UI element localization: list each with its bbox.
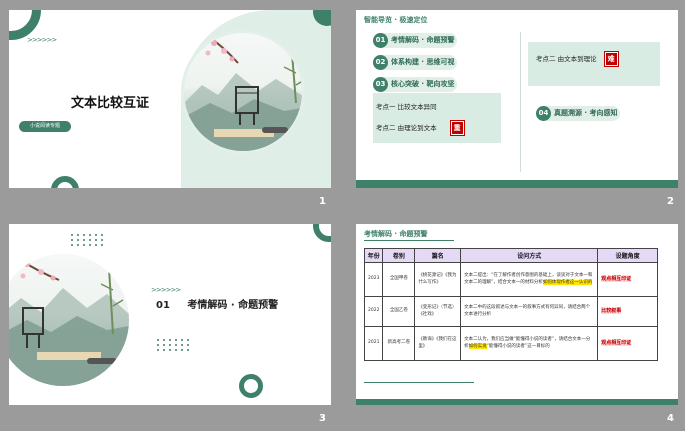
bottom-ring — [51, 176, 79, 188]
item-number: 04 — [536, 106, 551, 121]
agenda-item-01[interactable]: 01 考情解码 · 命题预警 — [373, 33, 457, 48]
teal-corner-ring — [313, 224, 331, 242]
ink-landscape-illustration — [9, 254, 129, 386]
item-number: 03 — [373, 77, 388, 92]
topic-badge: 小说阅读专题 — [19, 121, 71, 132]
heading-underline — [364, 240, 454, 241]
slide-2-thumbnail[interactable]: 智能导览 · 极速定位 01 考情解码 · 命题预警 02 体系构建 · 思维可… — [356, 10, 678, 188]
footer-line — [364, 382, 474, 383]
slide-title: 文本比较互证 — [71, 96, 150, 111]
column-header: 设题角度 — [597, 248, 658, 263]
item-label: 核心突破 · 靶向攻坚 — [391, 80, 455, 88]
agenda-item-03[interactable]: 03 核心突破 · 靶向攻坚 — [373, 77, 457, 92]
agenda-item-02[interactable]: 02 体系构建 · 思维可视 — [373, 55, 457, 70]
dot-grid-decoration — [71, 234, 104, 246]
ink-landscape-illustration — [181, 30, 305, 154]
point-row: 考点二 由理论到文本 重 — [376, 121, 464, 135]
slide-3-thumbnail[interactable]: >>>>>> 01 考情解码 · 命题预警 — [9, 224, 331, 405]
section-heading: 01 考情解码 · 命题预警 — [156, 296, 278, 311]
column-header: 设问方式 — [460, 248, 599, 263]
chevron-decoration: >>>>>> — [151, 286, 181, 294]
point-row: 考点二 由文本到理论 难 — [536, 52, 618, 66]
column-header: 卷别 — [382, 248, 416, 263]
table-row: 2022 全国乙卷 《变形记》（节选）《社戏》 文本二中的这段叙述与文本一的叙事… — [363, 296, 658, 327]
section-title: 考情解码 · 命题预警 — [187, 300, 279, 311]
slide-number-2: 2 — [667, 196, 674, 207]
points-panel-right: 考点二 由文本到理论 难 — [528, 42, 660, 86]
point-row: 考点一 比较文本异同 — [376, 103, 437, 111]
item-number: 02 — [373, 55, 388, 70]
key-point-tag: 重 — [450, 121, 464, 135]
slide-number-3: 3 — [319, 413, 326, 424]
exam-table: 年份 卷别 篇名 设问方式 设题角度 2023 全国甲卷 《桃花源记》《我为什么… — [363, 248, 658, 361]
item-label: 体系构建 · 思维可视 — [391, 58, 455, 66]
slide-number-4: 4 — [667, 413, 674, 424]
table-header-row: 年份 卷别 篇名 设问方式 设题角度 — [363, 248, 658, 263]
slide-heading: 考情解码 · 命题预警 — [364, 230, 428, 238]
dot-grid-decoration — [157, 339, 190, 351]
points-panel-left: 考点一 比较文本异同 考点二 由理论到文本 重 — [373, 93, 501, 143]
item-label: 考情解码 · 命题预警 — [391, 36, 455, 44]
slide-1-thumbnail[interactable]: >>>>>> 文本比较互证 小说阅读专题 — [9, 10, 331, 188]
item-number: 01 — [373, 33, 388, 48]
slide-number-1: 1 — [319, 196, 326, 207]
table-row: 2021 新高考二卷 《教诲》《我们在这里》 文本二认为，我们应当做“能懂得小说… — [363, 326, 658, 361]
agenda-item-04[interactable]: 04 真题溯源 · 考向感知 — [536, 106, 620, 121]
chevron-decoration: >>>>>> — [27, 36, 57, 44]
slide-4-thumbnail[interactable]: 考情解码 · 命题预警 年份 卷别 篇名 设问方式 设题角度 2023 全国甲卷… — [356, 224, 678, 405]
divider-line — [520, 32, 521, 172]
difficult-point-tag: 难 — [604, 52, 618, 66]
angle-tag: 观点相互印证 — [601, 339, 632, 346]
section-number: 01 — [156, 300, 170, 311]
column-header: 年份 — [363, 248, 384, 263]
slide-heading: 智能导览 · 极速定位 — [364, 16, 428, 24]
angle-tag: 比较叙事 — [601, 307, 622, 314]
angle-tag: 观点相互印证 — [601, 275, 632, 282]
bottom-bar — [356, 180, 678, 188]
item-label: 真题溯源 · 考向感知 — [554, 109, 618, 117]
bottom-bar — [356, 399, 678, 405]
table-row: 2023 全国甲卷 《桃花源记》《我为什么写作》 文本二提出：“在了解作者创作意… — [363, 262, 658, 297]
column-header: 篇名 — [414, 248, 462, 263]
bottom-ring — [239, 374, 263, 398]
